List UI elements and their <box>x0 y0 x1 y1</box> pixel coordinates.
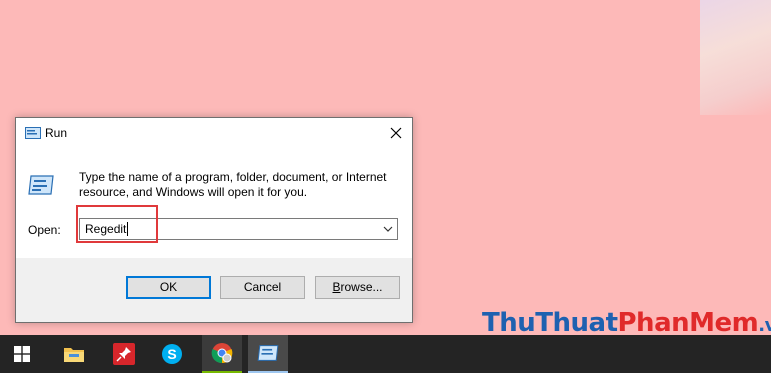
taskbar-run[interactable] <box>248 335 288 373</box>
button-bar: OK Cancel Browse... <box>16 258 412 322</box>
svg-text:S: S <box>167 346 176 362</box>
run-icon <box>28 175 54 195</box>
taskbar: S <box>0 335 771 373</box>
open-input[interactable]: Regedit <box>85 222 129 236</box>
taskbar-file-explorer[interactable] <box>54 335 94 373</box>
open-combobox[interactable]: Regedit <box>79 218 398 240</box>
start-button[interactable] <box>2 335 42 373</box>
ok-button[interactable]: OK <box>126 276 211 299</box>
dialog-description: Type the name of a program, folder, docu… <box>79 170 387 199</box>
title-bar[interactable]: Run <box>16 118 412 148</box>
taskbar-skype[interactable]: S <box>152 335 192 373</box>
wallpaper-fragment <box>700 0 771 115</box>
chevron-down-icon[interactable] <box>382 223 394 235</box>
taskbar-pinned-app[interactable] <box>104 335 144 373</box>
pinned-app-icon <box>113 343 135 365</box>
run-dialog: Run Type the name of a program, folder, … <box>15 117 413 323</box>
run-icon <box>257 345 279 361</box>
open-label: Open: <box>28 223 61 237</box>
windows-start-icon <box>14 346 30 362</box>
watermark: ThuThuatPhanMem.vn <box>482 308 771 338</box>
file-explorer-icon <box>64 348 84 362</box>
browse-button[interactable]: Browse... <box>315 276 400 299</box>
chrome-icon <box>211 343 233 364</box>
close-icon <box>390 127 402 139</box>
dialog-title: Run <box>45 126 68 140</box>
close-button[interactable] <box>380 118 412 148</box>
cancel-button[interactable]: Cancel <box>220 276 305 299</box>
taskbar-chrome[interactable] <box>202 335 242 373</box>
run-icon <box>25 127 41 139</box>
skype-icon: S <box>162 344 182 364</box>
